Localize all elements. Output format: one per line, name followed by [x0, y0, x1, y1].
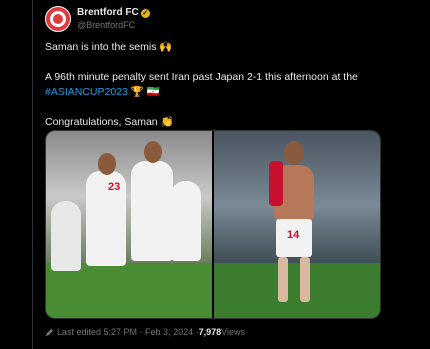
player-head: [98, 153, 116, 175]
post-line-3: Congratulations, Saman 👏: [45, 116, 174, 128]
post-line-1: Saman is into the semis 🙌: [45, 41, 173, 53]
hashtag-link[interactable]: #ASIANCUP2023: [45, 86, 128, 98]
post-card[interactable]: Brentford FC ✓ @BrentfordFC Saman is int…: [33, 0, 397, 349]
view-count: 7,978: [198, 327, 222, 337]
hashtag-suffix: 🏆 🇮🇷: [127, 86, 160, 98]
post-text: Saman is into the semis 🙌 A 96th minute …: [45, 40, 390, 130]
post-line-hashtag: #ASIANCUP2023 🏆 🇮🇷: [45, 85, 390, 100]
player-figure: [51, 201, 81, 271]
handle[interactable]: @BrentfordFC: [77, 19, 150, 31]
avatar[interactable]: [45, 6, 71, 32]
player-figure: [171, 181, 201, 261]
views-label: Views: [221, 327, 245, 337]
post-meta: Last edited 5:27 PM · Feb 3, 2024 · 7,97…: [45, 327, 245, 337]
media-grid: 23 14: [45, 130, 381, 319]
shirt-number: 23: [108, 181, 121, 193]
display-name[interactable]: Brentford FC ✓: [77, 7, 150, 19]
post-line-2: A 96th minute penalty sent Iran past Jap…: [45, 71, 358, 83]
photo-celebration[interactable]: 23: [46, 131, 212, 318]
left-rail: [0, 0, 33, 349]
flag-scarf: [269, 161, 283, 206]
shirt-number: 14: [287, 229, 300, 241]
player-head: [284, 141, 304, 165]
post-header: Brentford FC ✓ @BrentfordFC: [45, 6, 150, 32]
player-figure: [131, 161, 173, 261]
edited-timestamp[interactable]: Last edited 5:27 PM · Feb 3, 2024 ·: [57, 327, 199, 337]
verified-badge-icon[interactable]: ✓: [140, 8, 150, 18]
photo-saman[interactable]: 14: [214, 131, 380, 318]
player-head: [144, 141, 162, 163]
pencil-icon: [45, 328, 54, 336]
